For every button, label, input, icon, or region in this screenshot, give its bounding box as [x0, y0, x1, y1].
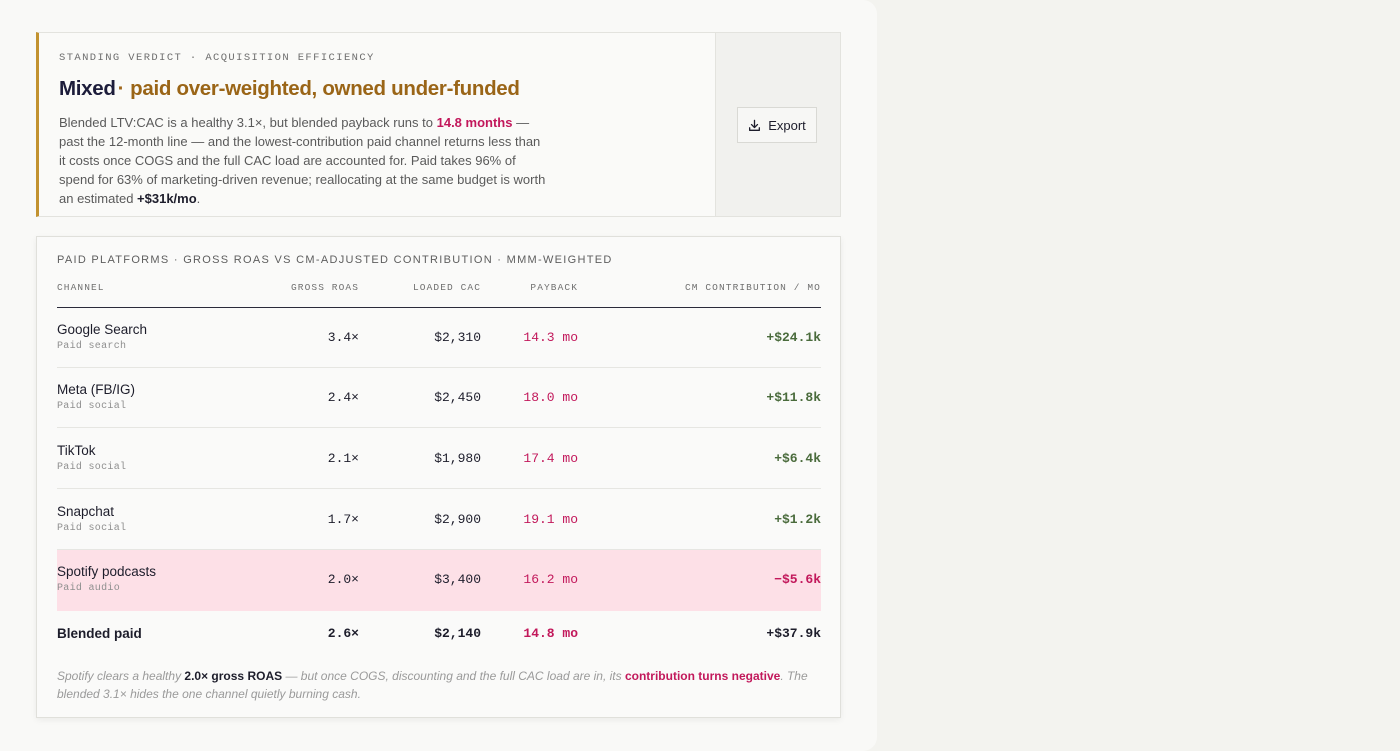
export-button[interactable]: Export: [737, 107, 817, 143]
gross-roas: 2.1×: [327, 451, 359, 466]
payback: 16.2 mo: [523, 572, 578, 587]
loaded-cac: $3,400: [434, 572, 481, 587]
header-channel: CHANNEL: [57, 282, 105, 293]
verdict-status: Mixed: [59, 77, 116, 100]
payback: 19.1 mo: [523, 512, 578, 527]
channel-type: Paid audio: [57, 583, 121, 594]
table-row[interactable]: Snapchat Paid social 1.7× $2,900 19.1 mo…: [57, 490, 821, 550]
verdict-summary: Blended LTV:CAC is a healthy 3.1×, but b…: [59, 113, 549, 208]
channel-name: TikTok: [57, 443, 96, 458]
total-cm-contribution: +$37.9k: [766, 626, 821, 641]
channel-type: Paid social: [57, 462, 127, 473]
export-label: Export: [768, 117, 806, 133]
table-total-row: Blended paid 2.6× $2,140 14.8 mo +$37.9k: [57, 611, 821, 651]
table-row[interactable]: Google Search Paid search 3.4× $2,310 14…: [57, 308, 821, 368]
table-footnote: Spotify clears a healthy 2.0× gross ROAS…: [57, 667, 821, 703]
loaded-cac: $1,980: [434, 451, 481, 466]
summary-text-3: .: [196, 191, 201, 206]
header-gross-roas: GROSS ROAS: [290, 282, 359, 293]
table-row[interactable]: TikTok Paid social 2.1× $1,980 17.4 mo +…: [57, 429, 821, 489]
verdict-content: STANDING VERDICT · ACQUISITION EFFICIENC…: [59, 33, 719, 208]
verdict-detail: paid over-weighted, owned under-funded: [130, 77, 520, 100]
table-row-flagged[interactable]: Spotify podcasts Paid audio 2.0× $3,400 …: [57, 550, 821, 611]
verdict-headline: Mixed· paid over-weighted, owned under-fu…: [59, 77, 719, 101]
header-cm-contribution: CM CONTRIBUTION / MO: [684, 282, 821, 293]
gross-roas: 1.7×: [327, 512, 359, 527]
loaded-cac: $2,900: [434, 512, 481, 527]
gross-roas: 2.0×: [327, 572, 359, 587]
channel-name: Meta (FB/IG): [57, 382, 136, 397]
table-title: PAID PLATFORMS · GROSS ROAS VS CM-ADJUST…: [57, 254, 613, 266]
channel-name: Google Search: [57, 322, 148, 337]
table-row[interactable]: Meta (FB/IG) Paid social 2.4× $2,450 18.…: [57, 368, 821, 428]
footnote-roas: 2.0× gross ROAS: [184, 669, 283, 683]
download-icon: [749, 119, 761, 131]
cm-contribution: +$6.4k: [774, 451, 821, 466]
channel-type: Paid search: [57, 341, 127, 352]
total-loaded-cac: $2,140: [434, 626, 481, 641]
payback: 17.4 mo: [523, 451, 578, 466]
summary-text-1: Blended LTV:CAC is a healthy 3.1×, but b…: [59, 115, 437, 130]
total-label: Blended paid: [57, 626, 142, 641]
total-gross-roas: 2.6×: [327, 626, 359, 641]
payback: 14.3 mo: [523, 330, 578, 345]
channel-name: Snapchat: [57, 504, 115, 519]
channel-type: Paid social: [57, 523, 127, 534]
cm-contribution: −$5.6k: [774, 572, 821, 587]
payback-highlight: 14.8 months: [436, 115, 513, 130]
gross-roas: 3.4×: [327, 330, 359, 345]
table-header: CHANNEL GROSS ROAS LOADED CAC PAYBACK CM…: [57, 281, 821, 308]
header-payback: PAYBACK: [530, 282, 578, 293]
cm-contribution: +$11.8k: [766, 390, 821, 405]
loaded-cac: $2,450: [434, 390, 481, 405]
cm-contribution: +$24.1k: [766, 330, 821, 345]
headline-separator: ·: [117, 77, 125, 100]
verdict-card: STANDING VERDICT · ACQUISITION EFFICIENC…: [36, 32, 841, 217]
main-panel: STANDING VERDICT · ACQUISITION EFFICIENC…: [0, 0, 877, 751]
channel-name: Spotify podcasts: [57, 564, 157, 579]
verdict-eyebrow: STANDING VERDICT · ACQUISITION EFFICIENC…: [59, 52, 375, 64]
cm-contribution: +$1.2k: [774, 512, 821, 527]
paid-platforms-table: PAID PLATFORMS · GROSS ROAS VS CM-ADJUST…: [36, 236, 841, 718]
footnote-text-2: — but once COGS, discounting and the ful…: [282, 669, 625, 683]
footnote-text-1: Spotify clears a healthy: [57, 669, 185, 683]
channel-type: Paid social: [57, 401, 127, 412]
loaded-cac: $2,310: [434, 330, 481, 345]
reallocation-value: +$31k/mo: [137, 191, 197, 206]
footnote-warning: contribution turns negative: [624, 669, 781, 683]
payback: 18.0 mo: [523, 390, 578, 405]
export-area: Export: [715, 33, 840, 216]
gross-roas: 2.4×: [327, 390, 359, 405]
total-payback: 14.8 mo: [523, 626, 578, 641]
header-loaded-cac: LOADED CAC: [412, 282, 481, 293]
